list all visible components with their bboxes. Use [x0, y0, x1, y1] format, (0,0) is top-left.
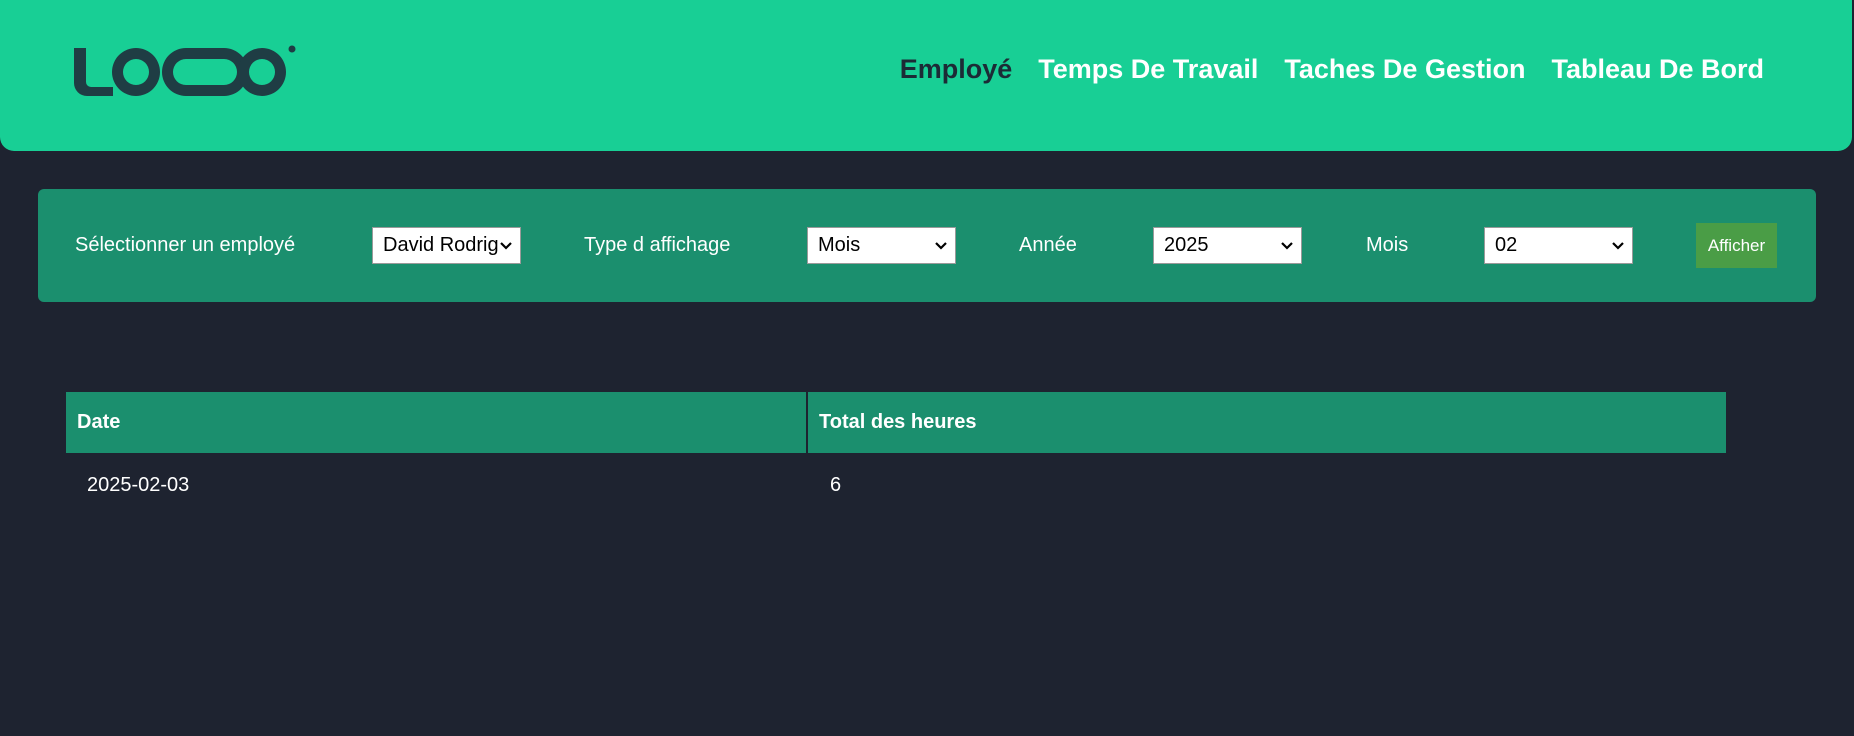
chevron-down-icon: [500, 241, 512, 250]
display-type-label: Type d affichage: [584, 234, 731, 256]
main-nav: Employé Temps De Travail Taches De Gesti…: [900, 54, 1764, 85]
year-label: Année: [1019, 234, 1077, 256]
nav-taches-de-gestion[interactable]: Taches De Gestion: [1284, 54, 1525, 85]
month-select-value: 02: [1495, 234, 1518, 256]
loqo-logo[interactable]: [74, 44, 296, 96]
display-type-select[interactable]: Mois: [807, 227, 956, 264]
afficher-button[interactable]: Afficher: [1696, 223, 1777, 268]
month-label: Mois: [1366, 234, 1409, 256]
display-type-select-value: Mois: [818, 234, 861, 256]
table-header-row: Date Total des heures: [66, 392, 1726, 453]
month-select[interactable]: 02: [1484, 227, 1633, 264]
employee-select-value: David Rodriguez: [383, 234, 498, 256]
employee-label: Sélectionner un employé: [75, 234, 296, 256]
chevron-down-icon: [935, 241, 947, 250]
nav-temps-de-travail[interactable]: Temps De Travail: [1038, 54, 1258, 85]
chevron-down-icon: [1281, 241, 1293, 250]
nav-employe[interactable]: Employé: [900, 54, 1013, 85]
year-select-value: 2025: [1164, 234, 1209, 256]
employee-select[interactable]: David Rodriguez: [372, 227, 521, 264]
column-header-total-hours: Total des heures: [808, 392, 1726, 453]
hours-table: Date Total des heures 2025-02-03 6: [66, 392, 1726, 517]
cell-date: 2025-02-03: [87, 473, 190, 496]
column-header-date: Date: [66, 392, 806, 453]
chevron-down-icon: [1612, 241, 1624, 250]
year-select[interactable]: 2025: [1153, 227, 1302, 264]
nav-tableau-de-bord[interactable]: Tableau De Bord: [1551, 54, 1764, 85]
top-header: Employé Temps De Travail Taches De Gesti…: [0, 0, 1852, 151]
table-row: 2025-02-03 6: [66, 453, 1726, 517]
cell-total-hours: 6: [830, 473, 842, 496]
